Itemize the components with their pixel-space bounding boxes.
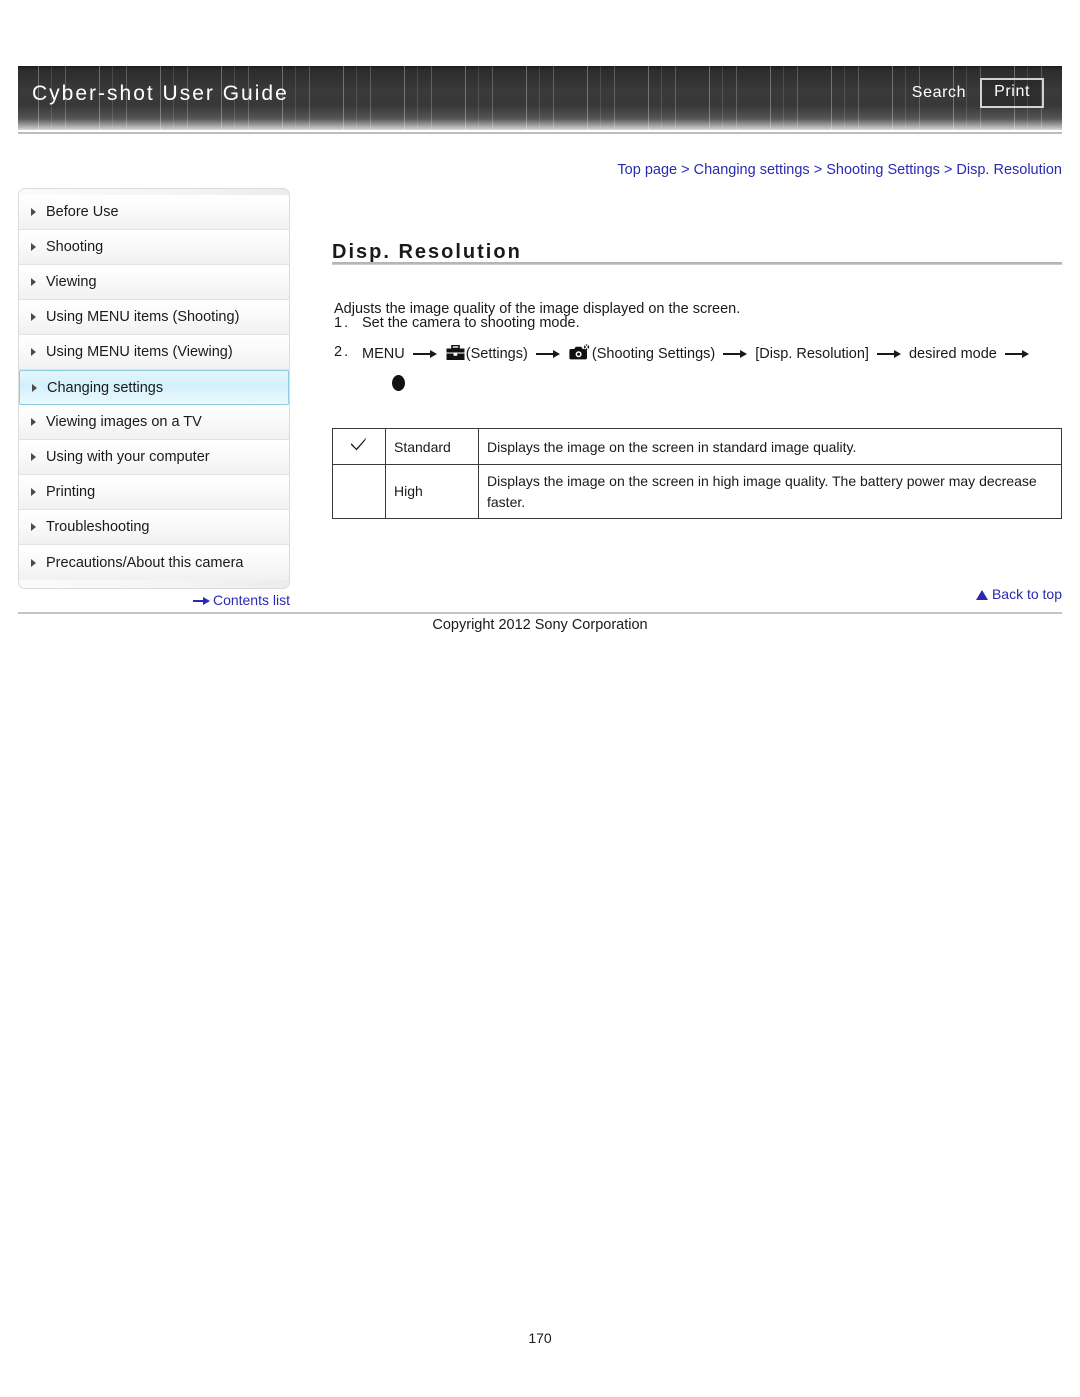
option-name: High bbox=[385, 464, 479, 519]
check-icon bbox=[350, 435, 368, 453]
option-description: Displays the image on the screen in high… bbox=[478, 464, 1062, 519]
triangle-right-icon bbox=[31, 243, 36, 251]
breadcrumb-item-disp-resolution[interactable]: Disp. Resolution bbox=[956, 162, 1062, 178]
sidebar-item-label: Using MENU items (Viewing) bbox=[46, 344, 233, 360]
triangle-right-icon bbox=[31, 348, 36, 356]
step-number: 1. bbox=[334, 315, 351, 331]
table-row: Standard Displays the image on the scree… bbox=[332, 427, 1062, 466]
arrow-right-icon bbox=[876, 349, 901, 359]
sidebar-item-label: Precautions/About this camera bbox=[46, 554, 244, 571]
sidebar-item-printing[interactable]: Printing bbox=[19, 475, 289, 510]
sidebar-item-changing-settings[interactable]: Changing settings bbox=[19, 370, 289, 405]
arrow-right-icon bbox=[723, 349, 748, 359]
sidebar-item-using-menu-items-viewing[interactable]: Using MENU items (Viewing) bbox=[19, 335, 289, 370]
breadcrumb-item-changing-settings[interactable]: Changing settings bbox=[694, 162, 810, 178]
camera-shooting-settings-icon bbox=[569, 344, 591, 365]
print-button[interactable]: Print bbox=[980, 78, 1044, 108]
back-to-top-link[interactable]: Back to top bbox=[975, 586, 1062, 602]
sidebar-item-viewing[interactable]: Viewing bbox=[19, 265, 289, 300]
default-check-cell bbox=[332, 427, 386, 466]
sidebar-item-label: Using with your computer bbox=[46, 449, 210, 465]
sidebar-item-precautions-about-this-camera[interactable]: Precautions/About this camera bbox=[19, 545, 289, 580]
sidebar-item-label: Before Use bbox=[46, 204, 119, 220]
page-number: 170 bbox=[528, 1330, 552, 1346]
toolbox-settings-icon bbox=[446, 344, 465, 365]
header-bar: Cyber-shot User Guide Search Print bbox=[18, 66, 1062, 130]
contents-list-link[interactable]: Contents list bbox=[18, 592, 290, 608]
default-check-cell bbox=[332, 464, 386, 519]
title-divider bbox=[332, 262, 1062, 265]
option-description: Displays the image on the screen in stan… bbox=[478, 427, 1062, 466]
copyright-text: Copyright 2012 Sony Corporation bbox=[432, 617, 648, 633]
sidebar-item-label: Viewing images on a TV bbox=[46, 414, 202, 430]
arrow-right-icon bbox=[192, 597, 210, 606]
sidebar-item-label: Printing bbox=[46, 484, 96, 500]
search-button[interactable]: Search bbox=[912, 84, 966, 102]
table-row: High Displays the image on the screen in… bbox=[332, 464, 1062, 519]
back-to-top-label: Back to top bbox=[991, 586, 1062, 602]
sidebar-item-label: Changing settings bbox=[47, 379, 164, 396]
shooting-settings-label: (Shooting Settings) bbox=[591, 346, 716, 362]
option-name: Standard bbox=[385, 427, 479, 466]
sidebar-item-viewing-images-on-a-tv[interactable]: Viewing images on a TV bbox=[19, 405, 289, 440]
breadcrumb-item-shooting-settings[interactable]: Shooting Settings bbox=[826, 162, 940, 178]
settings-label: (Settings) bbox=[465, 346, 528, 362]
triangle-right-icon bbox=[31, 418, 36, 426]
triangle-up-icon bbox=[975, 590, 988, 600]
sidebar-item-label: Using MENU items (Shooting) bbox=[46, 309, 240, 325]
breadcrumb-separator: > bbox=[681, 162, 690, 178]
step-text: Set the camera to shooting mode. bbox=[362, 315, 580, 331]
triangle-right-icon bbox=[31, 523, 36, 531]
sidebar-item-shooting[interactable]: Shooting bbox=[19, 230, 289, 265]
sidebar-item-label: Troubleshooting bbox=[46, 519, 150, 535]
triangle-right-icon bbox=[31, 558, 36, 567]
header-underline bbox=[18, 132, 1062, 134]
triangle-right-icon bbox=[31, 488, 36, 496]
triangle-right-icon bbox=[31, 278, 36, 286]
step-number: 2. bbox=[334, 344, 351, 360]
triangle-right-icon bbox=[31, 313, 36, 321]
step-content: MENU (Settings) (Shooting Settings) [Dis… bbox=[362, 344, 1033, 395]
breadcrumb-separator: > bbox=[813, 162, 823, 178]
sidebar-item-using-with-your-computer[interactable]: Using with your computer bbox=[19, 440, 289, 475]
contents-list-label: Contents list bbox=[212, 592, 290, 608]
desired-mode-label: desired mode bbox=[908, 346, 997, 362]
sidebar-item-using-menu-items-shooting[interactable]: Using MENU items (Shooting) bbox=[19, 300, 289, 335]
menu-item-label: [Disp. Resolution] bbox=[755, 346, 869, 362]
breadcrumb-separator: > bbox=[943, 162, 953, 178]
footer-divider bbox=[18, 612, 1062, 614]
sidebar-item-troubleshooting[interactable]: Troubleshooting bbox=[19, 510, 289, 545]
sidebar-item-label: Shooting bbox=[46, 239, 104, 255]
procedure-step-1: 1. Set the camera to shooting mode. bbox=[334, 315, 580, 331]
header-actions: Search Print bbox=[912, 78, 1044, 108]
options-table: Standard Displays the image on the scree… bbox=[332, 427, 1062, 519]
breadcrumb-item-top-page[interactable]: Top page bbox=[617, 162, 677, 178]
arrow-right-icon bbox=[412, 349, 437, 359]
arrow-right-icon bbox=[535, 349, 560, 359]
triangle-right-icon bbox=[32, 383, 37, 392]
triangle-right-icon bbox=[31, 208, 36, 216]
sidebar-item-label: Viewing bbox=[46, 274, 97, 290]
sidebar-nav: Before Use Shooting Viewing Using MENU i… bbox=[18, 188, 290, 589]
arrow-right-icon bbox=[1004, 349, 1029, 359]
page-title: Disp. Resolution bbox=[332, 241, 522, 264]
procedure-step-2: 2. MENU (Settings) (Shooting Settings) [… bbox=[334, 344, 1033, 395]
triangle-right-icon bbox=[31, 453, 36, 461]
menu-label: MENU bbox=[362, 346, 405, 362]
sidebar-item-before-use[interactable]: Before Use bbox=[19, 195, 289, 230]
site-title: Cyber-shot User Guide bbox=[32, 82, 289, 105]
breadcrumb: Top page > Changing settings > Shooting … bbox=[330, 162, 1062, 178]
site-header: Cyber-shot User Guide Search Print bbox=[18, 66, 1062, 138]
control-button-center-icon bbox=[392, 375, 405, 391]
